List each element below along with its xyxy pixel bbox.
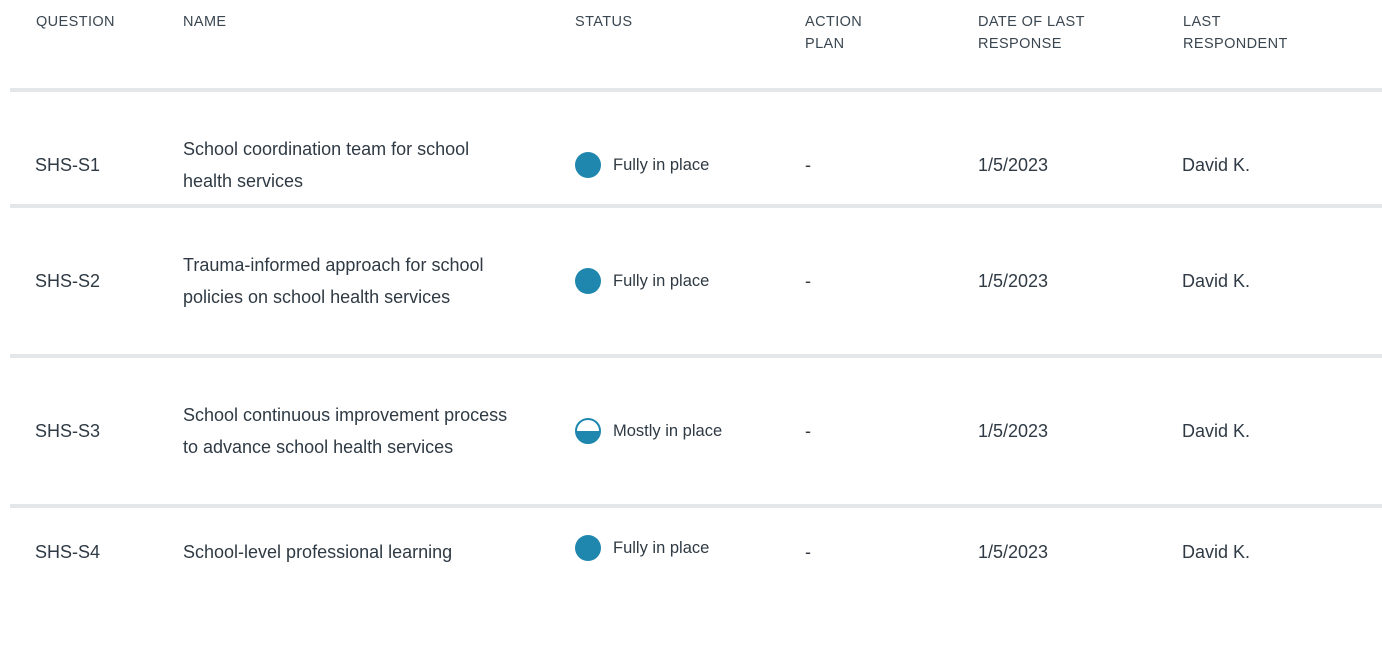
action-plan: - xyxy=(805,271,811,291)
last-response-date: 1/5/2023 xyxy=(978,542,1049,562)
status-cell: Mostly in place xyxy=(575,415,722,447)
header-action-plan[interactable]: ACTION PLAN xyxy=(805,11,862,55)
status-cell: Fully in place xyxy=(575,532,709,564)
action-plan: - xyxy=(805,421,811,441)
status-label: Mostly in place xyxy=(613,422,723,440)
mostly-in-place-icon xyxy=(575,418,601,444)
last-response-date: 1/5/2023 xyxy=(978,271,1049,291)
question-id: SHS-S3 xyxy=(35,421,101,441)
last-response-date: 1/5/2023 xyxy=(978,155,1049,175)
last-respondent: David K. xyxy=(1182,271,1251,291)
table-row[interactable]: SHS-S4 School-level professional learnin… xyxy=(10,504,1382,654)
fully-in-place-icon xyxy=(575,152,601,178)
action-plan: - xyxy=(805,155,811,175)
last-respondent: David K. xyxy=(1182,542,1251,562)
question-name: School-level professional learning xyxy=(183,542,453,562)
status-cell: Fully in place xyxy=(575,149,709,181)
header-last-respondent[interactable]: LAST RESPONDENT xyxy=(1183,11,1288,55)
responses-table: QUESTION NAME STATUS ACTION PLAN DATE OF… xyxy=(0,0,1382,562)
status-label: Fully in place xyxy=(613,539,710,557)
last-respondent: David K. xyxy=(1182,421,1251,441)
header-status[interactable]: STATUS xyxy=(575,11,632,33)
status-label: Fully in place xyxy=(613,156,710,174)
table-header: QUESTION NAME STATUS ACTION PLAN DATE OF… xyxy=(0,0,1382,90)
fully-in-place-icon xyxy=(575,268,601,294)
question-id: SHS-S1 xyxy=(35,155,101,175)
question-id: SHS-S2 xyxy=(35,271,101,291)
action-plan: - xyxy=(805,542,811,562)
status-label: Fully in place xyxy=(613,272,710,290)
header-question[interactable]: QUESTION xyxy=(36,11,115,33)
last-respondent: David K. xyxy=(1182,155,1251,175)
question-name: School coordination team for school heal… xyxy=(183,139,470,191)
header-date-of-last-response[interactable]: DATE OF LAST RESPONSE xyxy=(978,11,1085,55)
question-id: SHS-S4 xyxy=(35,542,101,562)
last-response-date: 1/5/2023 xyxy=(978,421,1049,441)
question-name: School continuous improvement process to… xyxy=(183,405,508,457)
header-name[interactable]: NAME xyxy=(183,11,227,33)
status-cell: Fully in place xyxy=(575,265,709,297)
fully-in-place-icon xyxy=(575,535,601,561)
table-row[interactable]: SHS-S2 Trauma-informed approach for scho… xyxy=(10,204,1382,354)
question-name: Trauma-informed approach for school poli… xyxy=(183,255,484,307)
table-row[interactable]: SHS-S3 School continuous improvement pro… xyxy=(10,354,1382,504)
